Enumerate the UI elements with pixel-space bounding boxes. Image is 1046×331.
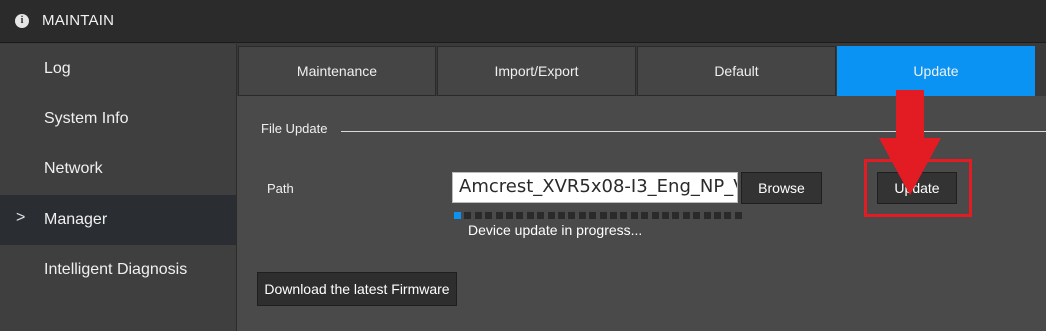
file-update-legend: File Update — [261, 121, 328, 136]
arrow-down-icon — [879, 90, 941, 195]
progress-segment — [734, 212, 742, 219]
sidebar-item-system-info[interactable]: System Info — [0, 94, 236, 144]
header-bar: i MAINTAIN — [0, 0, 1046, 43]
progress-segment — [526, 212, 534, 219]
path-field[interactable]: Amcrest_XVR5x08-I3_Eng_NP_V4.000 — [452, 172, 738, 203]
progress-segment — [537, 212, 545, 219]
sidebar-item-manager[interactable]: > Manager — [0, 195, 236, 245]
progress-segment — [610, 212, 617, 219]
main-panel: Maintenance Import/Export Default Update… — [236, 44, 1046, 331]
progress-segment — [547, 212, 555, 219]
sidebar-item-label: Log — [44, 60, 71, 77]
path-label: Path — [267, 181, 294, 196]
sidebar-item-label: System Info — [44, 110, 129, 127]
progress-segment — [516, 212, 524, 219]
tab-maintenance[interactable]: Maintenance — [238, 46, 436, 96]
progress-segment — [630, 212, 638, 219]
sidebar-item-network[interactable]: Network — [0, 144, 236, 194]
progress-segment — [464, 212, 472, 219]
tab-default[interactable]: Default — [637, 46, 836, 96]
progress-segment — [474, 212, 482, 219]
progress-segment — [495, 212, 503, 219]
progress-segment — [558, 212, 565, 219]
progress-segment — [589, 212, 597, 219]
progress-segment — [693, 212, 701, 219]
progress-segment — [682, 212, 690, 219]
update-progress-bar — [454, 212, 754, 220]
progress-segment — [714, 212, 721, 219]
page-title: MAINTAIN — [42, 12, 115, 29]
progress-segment — [672, 212, 680, 219]
progress-segment — [641, 212, 649, 219]
progress-segment — [485, 212, 493, 219]
sidebar: Log System Info Network > Manager Intell… — [0, 44, 236, 331]
sidebar-item-intelligent-diagnosis[interactable]: Intelligent Diagnosis — [0, 245, 236, 295]
download-firmware-button[interactable]: Download the latest Firmware — [257, 272, 457, 306]
progress-segment — [578, 212, 586, 219]
progress-segment — [599, 212, 607, 219]
sidebar-item-label: Manager — [44, 211, 108, 228]
progress-segment — [724, 212, 732, 219]
progress-segment — [662, 212, 669, 219]
tab-import-export[interactable]: Import/Export — [437, 46, 636, 96]
progress-segment — [568, 212, 576, 219]
browse-button[interactable]: Browse — [741, 172, 822, 204]
info-icon: i — [15, 14, 29, 28]
chevron-right-icon: > — [16, 209, 26, 226]
progress-segment — [620, 212, 628, 219]
progress-segment — [703, 212, 711, 219]
sidebar-item-label: Intelligent Diagnosis — [44, 261, 188, 278]
sidebar-item-label: Network — [44, 160, 103, 177]
progress-segment — [506, 212, 513, 219]
progress-status-text: Device update in progress... — [468, 222, 643, 238]
tab-bar: Maintenance Import/Export Default Update — [237, 44, 1046, 96]
progress-segment — [651, 212, 659, 219]
tab-update[interactable]: Update — [837, 46, 1035, 96]
progress-segment — [454, 212, 461, 219]
sidebar-item-log[interactable]: Log — [0, 44, 236, 94]
